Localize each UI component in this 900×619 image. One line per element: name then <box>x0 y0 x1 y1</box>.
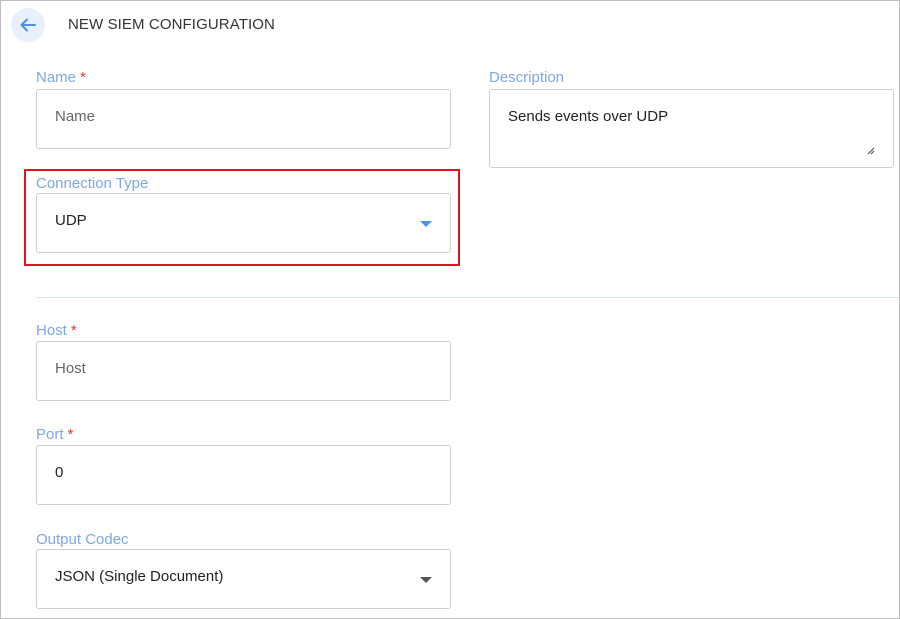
output-codec-value: JSON (Single Document) <box>55 568 224 585</box>
output-codec-select[interactable]: JSON (Single Document) <box>36 549 451 609</box>
caret-down-icon <box>420 577 432 583</box>
page-title: NEW SIEM CONFIGURATION <box>68 16 275 33</box>
output-codec-label: Output Codec <box>36 531 129 548</box>
arrow-left-icon <box>19 16 37 34</box>
name-label: Name * <box>36 69 86 86</box>
highlight-box <box>24 169 460 266</box>
name-label-text: Name <box>36 69 77 86</box>
required-mark: * <box>70 322 77 339</box>
host-label-text: Host <box>36 322 67 339</box>
section-divider <box>36 297 899 298</box>
resize-handle-icon[interactable] <box>865 142 875 155</box>
required-mark: * <box>80 69 86 86</box>
back-button[interactable] <box>11 8 45 42</box>
port-value: 0 <box>55 464 64 481</box>
host-label: Host * <box>36 322 77 339</box>
description-field[interactable]: Sends events over UDP <box>489 89 894 168</box>
name-field[interactable]: Name <box>36 89 451 149</box>
port-field[interactable]: 0 <box>36 445 451 505</box>
host-field[interactable]: Host <box>36 341 451 401</box>
port-label: Port * <box>36 426 73 443</box>
host-placeholder: Host <box>55 360 86 377</box>
description-value: Sends events over UDP <box>508 108 669 125</box>
description-label: Description <box>489 69 565 86</box>
port-label-text: Port <box>36 426 64 443</box>
required-mark: * <box>67 426 74 443</box>
siem-config-page: NEW SIEM CONFIGURATION Name * Name Descri… <box>0 0 900 619</box>
name-placeholder: Name <box>55 108 96 125</box>
